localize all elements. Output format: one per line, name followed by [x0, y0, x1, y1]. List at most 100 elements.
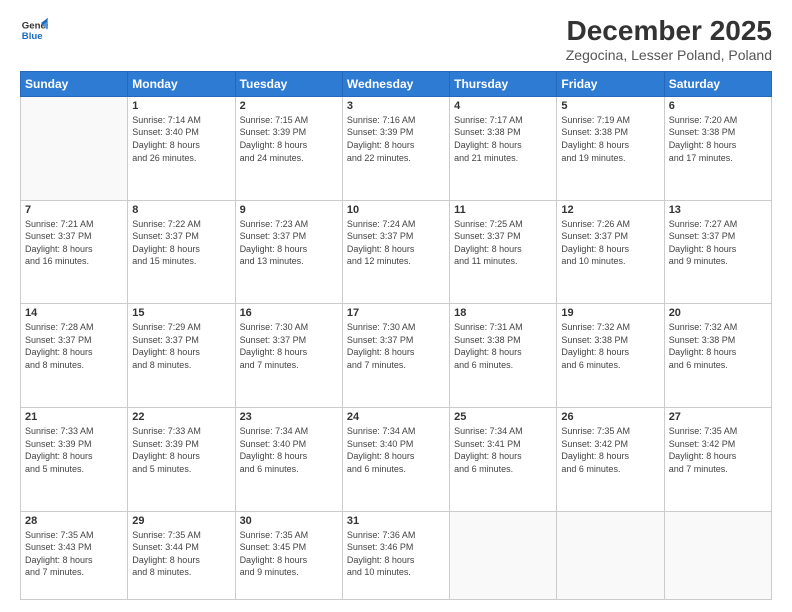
table-row: 3 Sunrise: 7:16 AMSunset: 3:39 PMDaylight… [342, 96, 449, 200]
table-row: 19 Sunrise: 7:32 AMSunset: 3:38 PMDayligh… [557, 304, 664, 408]
table-row: 23 Sunrise: 7:34 AMSunset: 3:40 PMDayligh… [235, 407, 342, 511]
day-info: Sunrise: 7:35 AMSunset: 3:42 PMDaylight:… [669, 425, 767, 475]
table-row: 14 Sunrise: 7:28 AMSunset: 3:37 PMDayligh… [21, 304, 128, 408]
day-number: 19 [561, 307, 659, 319]
day-info: Sunrise: 7:20 AMSunset: 3:38 PMDaylight:… [669, 114, 767, 164]
day-number: 28 [25, 515, 123, 527]
table-row: 15Sunrise: 7:29 AMSunset: 3:37 PMDayligh… [128, 304, 235, 408]
header-row: Sunday Monday Tuesday Wednesday Thursday… [21, 71, 772, 96]
day-info: Sunrise: 7:27 AMSunset: 3:37 PMDaylight:… [669, 218, 767, 268]
day-number: 9 [240, 204, 338, 216]
day-info: Sunrise: 7:34 AMSunset: 3:40 PMDaylight:… [240, 425, 338, 475]
day-number: 2 [240, 100, 338, 112]
day-info: Sunrise: 7:32 AMSunset: 3:38 PMDaylight:… [669, 321, 767, 371]
table-row: 21 Sunrise: 7:33 AMSunset: 3:39 PMDayligh… [21, 407, 128, 511]
day-info: Sunrise: 7:30 AMSunset: 3:37 PMDaylight:… [240, 321, 338, 371]
day-info: Sunrise: 7:33 AMSunset: 3:39 PMDaylight:… [25, 425, 123, 475]
day-number: 3 [347, 100, 445, 112]
table-row: 13 Sunrise: 7:27 AMSunset: 3:37 PMDayligh… [664, 200, 771, 304]
calendar-subtitle: Zegocina, Lesser Poland, Poland [566, 47, 772, 63]
day-number: 23 [240, 411, 338, 423]
day-info: Sunrise: 7:34 AMSunset: 3:40 PMDaylight:… [347, 425, 445, 475]
day-info: Sunrise: 7:17 AMSunset: 3:38 PMDaylight:… [454, 114, 552, 164]
day-info: Sunrise: 7:31 AMSunset: 3:38 PMDaylight:… [454, 321, 552, 371]
day-number: 12 [561, 204, 659, 216]
table-row [21, 96, 128, 200]
table-row: 1 Sunrise: 7:14 AMSunset: 3:40 PMDaylight… [128, 96, 235, 200]
table-row: 20 Sunrise: 7:32 AMSunset: 3:38 PMDayligh… [664, 304, 771, 408]
calendar-title: December 2025 [566, 16, 772, 47]
day-number: 1 [132, 100, 230, 112]
table-row: 28 Sunrise: 7:35 AMSunset: 3:43 PMDayligh… [21, 511, 128, 599]
day-number: 15 [132, 307, 230, 319]
header: General Blue December 2025 Zegocina, Les… [20, 16, 772, 63]
col-wednesday: Wednesday [342, 71, 449, 96]
day-info: Sunrise: 7:35 AMSunset: 3:43 PMDaylight:… [25, 529, 123, 579]
table-row: 29 Sunrise: 7:35 AMSunset: 3:44 PMDayligh… [128, 511, 235, 599]
day-number: 18 [454, 307, 552, 319]
day-info: Sunrise: 7:36 AMSunset: 3:46 PMDaylight:… [347, 529, 445, 579]
day-info: Sunrise: 7:21 AMSunset: 3:37 PMDaylight:… [25, 218, 123, 268]
day-info: Sunrise: 7:35 AMSunset: 3:42 PMDaylight:… [561, 425, 659, 475]
day-number: 14 [25, 307, 123, 319]
table-row: 27 Sunrise: 7:35 AMSunset: 3:42 PMDayligh… [664, 407, 771, 511]
table-row: 2 Sunrise: 7:15 AMSunset: 3:39 PMDaylight… [235, 96, 342, 200]
title-block: December 2025 Zegocina, Lesser Poland, P… [566, 16, 772, 63]
day-info: Sunrise: 7:24 AMSunset: 3:37 PMDaylight:… [347, 218, 445, 268]
day-number: 8 [132, 204, 230, 216]
day-info: Sunrise: 7:34 AMSunset: 3:41 PMDaylight:… [454, 425, 552, 475]
col-friday: Friday [557, 71, 664, 96]
day-number: 20 [669, 307, 767, 319]
table-row: 30 Sunrise: 7:35 AMSunset: 3:45 PMDayligh… [235, 511, 342, 599]
day-number: 16 [240, 307, 338, 319]
table-row: 16 Sunrise: 7:30 AMSunset: 3:37 PMDayligh… [235, 304, 342, 408]
day-number: 24 [347, 411, 445, 423]
table-row: 12 Sunrise: 7:26 AMSunset: 3:37 PMDayligh… [557, 200, 664, 304]
table-row: 31 Sunrise: 7:36 AMSunset: 3:46 PMDayligh… [342, 511, 449, 599]
day-number: 25 [454, 411, 552, 423]
table-row: 18 Sunrise: 7:31 AMSunset: 3:38 PMDayligh… [450, 304, 557, 408]
col-thursday: Thursday [450, 71, 557, 96]
col-tuesday: Tuesday [235, 71, 342, 96]
day-info: Sunrise: 7:35 AMSunset: 3:44 PMDaylight:… [132, 529, 230, 579]
table-row: 17 Sunrise: 7:30 AMSunset: 3:37 PMDayligh… [342, 304, 449, 408]
col-sunday: Sunday [21, 71, 128, 96]
table-row: 5 Sunrise: 7:19 AMSunset: 3:38 PMDaylight… [557, 96, 664, 200]
day-number: 21 [25, 411, 123, 423]
day-number: 6 [669, 100, 767, 112]
day-info: Sunrise: 7:15 AMSunset: 3:39 PMDaylight:… [240, 114, 338, 164]
day-number: 13 [669, 204, 767, 216]
day-number: 7 [25, 204, 123, 216]
day-info: Sunrise: 7:19 AMSunset: 3:38 PMDaylight:… [561, 114, 659, 164]
table-row: 7 Sunrise: 7:21 AMSunset: 3:37 PMDaylight… [21, 200, 128, 304]
day-info: Sunrise: 7:28 AMSunset: 3:37 PMDaylight:… [25, 321, 123, 371]
day-number: 29 [132, 515, 230, 527]
day-info: Sunrise: 7:30 AMSunset: 3:37 PMDaylight:… [347, 321, 445, 371]
day-number: 10 [347, 204, 445, 216]
day-number: 27 [669, 411, 767, 423]
table-row: 25 Sunrise: 7:34 AMSunset: 3:41 PMDayligh… [450, 407, 557, 511]
day-info: Sunrise: 7:35 AMSunset: 3:45 PMDaylight:… [240, 529, 338, 579]
day-number: 17 [347, 307, 445, 319]
day-info: Sunrise: 7:23 AMSunset: 3:37 PMDaylight:… [240, 218, 338, 268]
day-number: 5 [561, 100, 659, 112]
day-number: 26 [561, 411, 659, 423]
day-number: 31 [347, 515, 445, 527]
day-number: 30 [240, 515, 338, 527]
day-info: Sunrise: 7:32 AMSunset: 3:38 PMDaylight:… [561, 321, 659, 371]
logo: General Blue [20, 16, 48, 44]
page: General Blue December 2025 Zegocina, Les… [0, 0, 792, 612]
day-info: Sunrise: 7:14 AMSunset: 3:40 PMDaylight:… [132, 114, 230, 164]
col-monday: Monday [128, 71, 235, 96]
day-info: Sunrise: 7:33 AMSunset: 3:39 PMDaylight:… [132, 425, 230, 475]
day-info: Sunrise: 7:16 AMSunset: 3:39 PMDaylight:… [347, 114, 445, 164]
calendar-table: Sunday Monday Tuesday Wednesday Thursday… [20, 71, 772, 600]
table-row: 4 Sunrise: 7:17 AMSunset: 3:38 PMDaylight… [450, 96, 557, 200]
day-number: 4 [454, 100, 552, 112]
table-row: 9 Sunrise: 7:23 AMSunset: 3:37 PMDaylight… [235, 200, 342, 304]
table-row: 8 Sunrise: 7:22 AMSunset: 3:37 PMDaylight… [128, 200, 235, 304]
day-info: Sunrise: 7:22 AMSunset: 3:37 PMDaylight:… [132, 218, 230, 268]
table-row: 22 Sunrise: 7:33 AMSunset: 3:39 PMDayligh… [128, 407, 235, 511]
day-info: Sunrise: 7:26 AMSunset: 3:37 PMDaylight:… [561, 218, 659, 268]
day-number: 22 [132, 411, 230, 423]
